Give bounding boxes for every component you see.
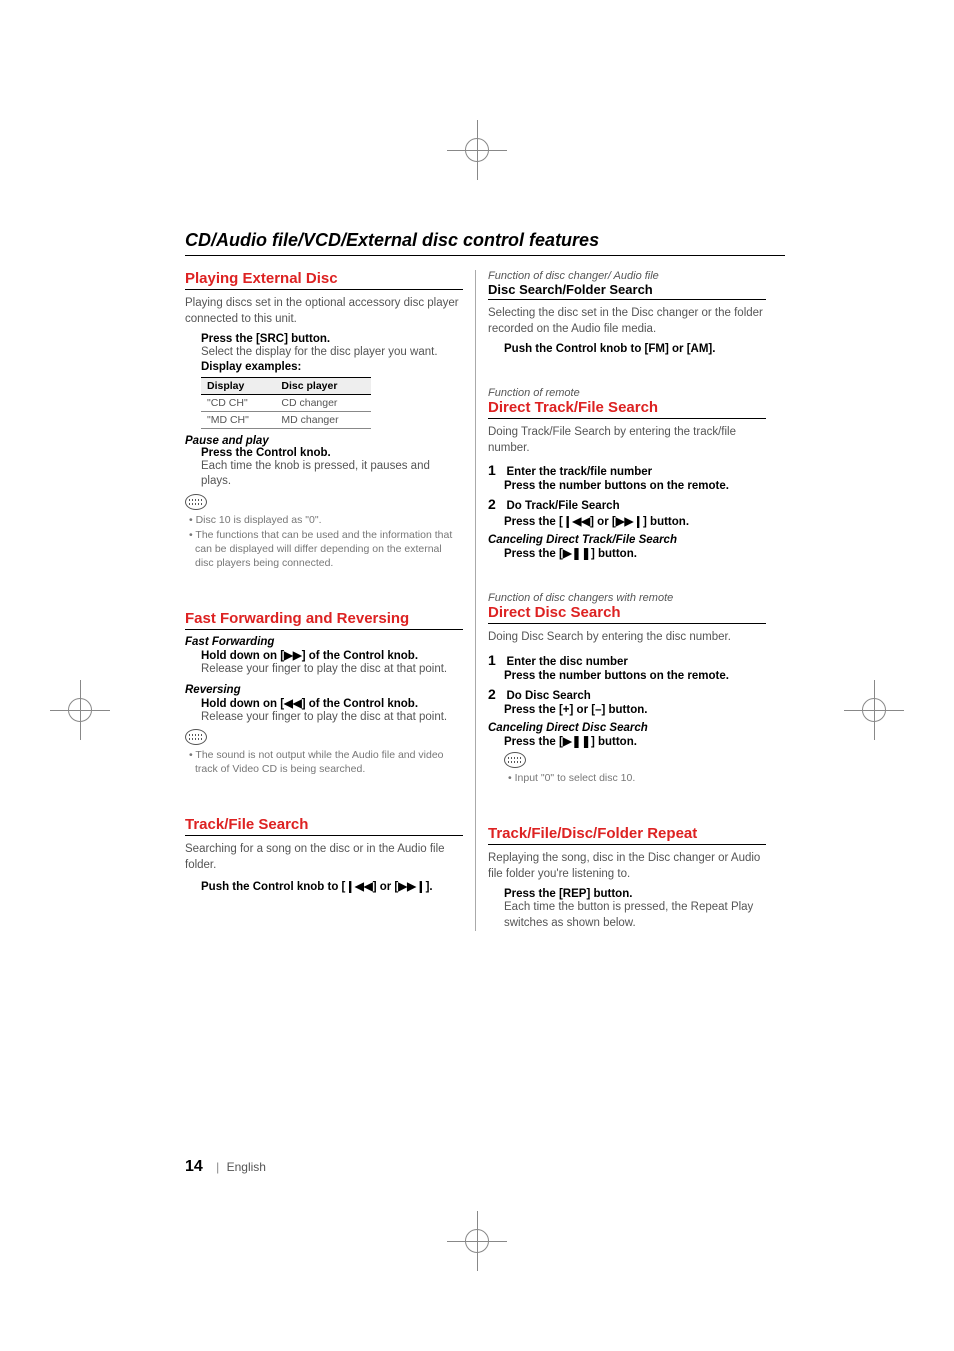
instruction: Press the [▶❚❚] button. bbox=[504, 734, 766, 748]
display-table: DisplayDisc player "CD CH"CD changer "MD… bbox=[201, 377, 371, 429]
note-icon bbox=[185, 494, 207, 510]
skip-forward-icon: ▶▶❙ bbox=[616, 516, 643, 528]
skip-back-icon: ❙◀◀ bbox=[345, 881, 372, 893]
instruction: Press the [▶❚❚] button. bbox=[504, 546, 766, 560]
instruction: Press the Control knob. bbox=[201, 447, 463, 459]
chapter-title: CD/Audio file/VCD/External disc control … bbox=[185, 230, 785, 256]
step-2: 2 Do Track/File Search Press the [❙◀◀] o… bbox=[488, 496, 766, 528]
intro-text: Replaying the song, disc in the Disc cha… bbox=[488, 851, 766, 882]
instruction-body: Release your finger to play the disc at … bbox=[201, 662, 463, 678]
rw-icon: ◀◀ bbox=[284, 698, 302, 710]
instruction: Press the [+] or [–] button. bbox=[504, 704, 766, 716]
table-row: "MD CH"MD changer bbox=[201, 411, 371, 428]
instruction-body: Each time the button is pressed, the Rep… bbox=[504, 900, 766, 931]
note-icon bbox=[504, 752, 526, 768]
pause-play-heading: Pause and play bbox=[185, 435, 463, 447]
th-player: Disc player bbox=[275, 377, 371, 394]
page-content: CD/Audio file/VCD/External disc control … bbox=[185, 230, 785, 931]
context-label: Function of disc changer/ Audio file bbox=[488, 270, 766, 282]
cancel-heading: Canceling Direct Track/File Search bbox=[488, 534, 766, 546]
left-column: Playing External Disc Playing discs set … bbox=[185, 270, 475, 931]
note-bullet: The functions that can be used and the i… bbox=[185, 529, 463, 570]
instruction: Hold down on [▶▶] of the Control knob. bbox=[201, 648, 463, 662]
note-bullet: The sound is not output while the Audio … bbox=[185, 749, 463, 776]
section-disc-folder-search: Disc Search/Folder Search bbox=[488, 282, 766, 300]
note-bullet: Disc 10 is displayed as "0". bbox=[185, 514, 463, 528]
step-number: 1 bbox=[488, 462, 502, 478]
rev-heading: Reversing bbox=[185, 684, 463, 696]
examples-label: Display examples: bbox=[201, 361, 463, 373]
footer-language: English bbox=[227, 1160, 266, 1174]
instruction-body: Release your finger to play the disc at … bbox=[201, 710, 463, 726]
instruction: Press the [SRC] button. bbox=[201, 333, 463, 345]
play-pause-icon: ▶❚❚ bbox=[563, 736, 591, 748]
step-1: 1 Enter the disc number Press the number… bbox=[488, 652, 766, 682]
instruction-body: Each time the knob is pressed, it pauses… bbox=[201, 459, 463, 490]
intro-text: Selecting the disc set in the Disc chang… bbox=[488, 306, 766, 337]
section-playing-external-disc: Playing External Disc bbox=[185, 270, 463, 290]
cropmark-top bbox=[447, 120, 507, 180]
cropmark-right bbox=[844, 680, 904, 740]
right-column: Function of disc changer/ Audio file Dis… bbox=[476, 270, 766, 931]
instruction: Push the Control knob to [FM] or [AM]. bbox=[504, 343, 766, 355]
page-footer: 14 | English bbox=[185, 1158, 266, 1176]
play-pause-icon: ▶❚❚ bbox=[563, 548, 591, 560]
instruction: Press the number buttons on the remote. bbox=[504, 670, 766, 682]
footer-separator: | bbox=[216, 1160, 219, 1174]
instruction: Press the [REP] button. bbox=[504, 888, 766, 900]
step-number: 2 bbox=[488, 686, 502, 702]
intro-text: Searching for a song on the disc or in t… bbox=[185, 842, 463, 873]
intro-text: Doing Disc Search by entering the disc n… bbox=[488, 630, 766, 646]
th-display: Display bbox=[201, 377, 275, 394]
section-fast-forward: Fast Forwarding and Reversing bbox=[185, 610, 463, 630]
cropmark-left bbox=[50, 680, 110, 740]
instruction-body: Select the display for the disc player y… bbox=[201, 345, 463, 361]
cropmark-bottom bbox=[447, 1211, 507, 1271]
section-repeat: Track/File/Disc/Folder Repeat bbox=[488, 825, 766, 845]
section-track-file-search: Track/File Search bbox=[185, 816, 463, 836]
instruction: Push the Control knob to [❙◀◀] or [▶▶❙]. bbox=[201, 879, 463, 893]
intro-text: Doing Track/File Search by entering the … bbox=[488, 425, 766, 456]
step-1: 1 Enter the track/file number Press the … bbox=[488, 462, 766, 492]
note-bullet: Input "0" to select disc 10. bbox=[504, 772, 766, 786]
instruction: Press the number buttons on the remote. bbox=[504, 480, 766, 492]
section-direct-track-search: Direct Track/File Search bbox=[488, 399, 766, 419]
ff-heading: Fast Forwarding bbox=[185, 636, 463, 648]
intro-text: Playing discs set in the optional access… bbox=[185, 296, 463, 327]
skip-forward-icon: ▶▶❙ bbox=[398, 881, 425, 893]
step-number: 2 bbox=[488, 496, 502, 512]
instruction: Press the [❙◀◀] or [▶▶❙] button. bbox=[504, 514, 766, 528]
note-icon bbox=[185, 729, 207, 745]
instruction: Hold down on [◀◀] of the Control knob. bbox=[201, 696, 463, 710]
cancel-heading: Canceling Direct Disc Search bbox=[488, 722, 766, 734]
step-number: 1 bbox=[488, 652, 502, 668]
table-row: "CD CH"CD changer bbox=[201, 394, 371, 411]
section-direct-disc-search: Direct Disc Search bbox=[488, 604, 766, 624]
skip-back-icon: ❙◀◀ bbox=[563, 516, 590, 528]
ff-icon: ▶▶ bbox=[284, 650, 302, 662]
page-number: 14 bbox=[185, 1158, 203, 1175]
context-label: Function of remote bbox=[488, 387, 766, 399]
context-label: Function of disc changers with remote bbox=[488, 592, 766, 604]
step-2: 2 Do Disc Search Press the [+] or [–] bu… bbox=[488, 686, 766, 716]
